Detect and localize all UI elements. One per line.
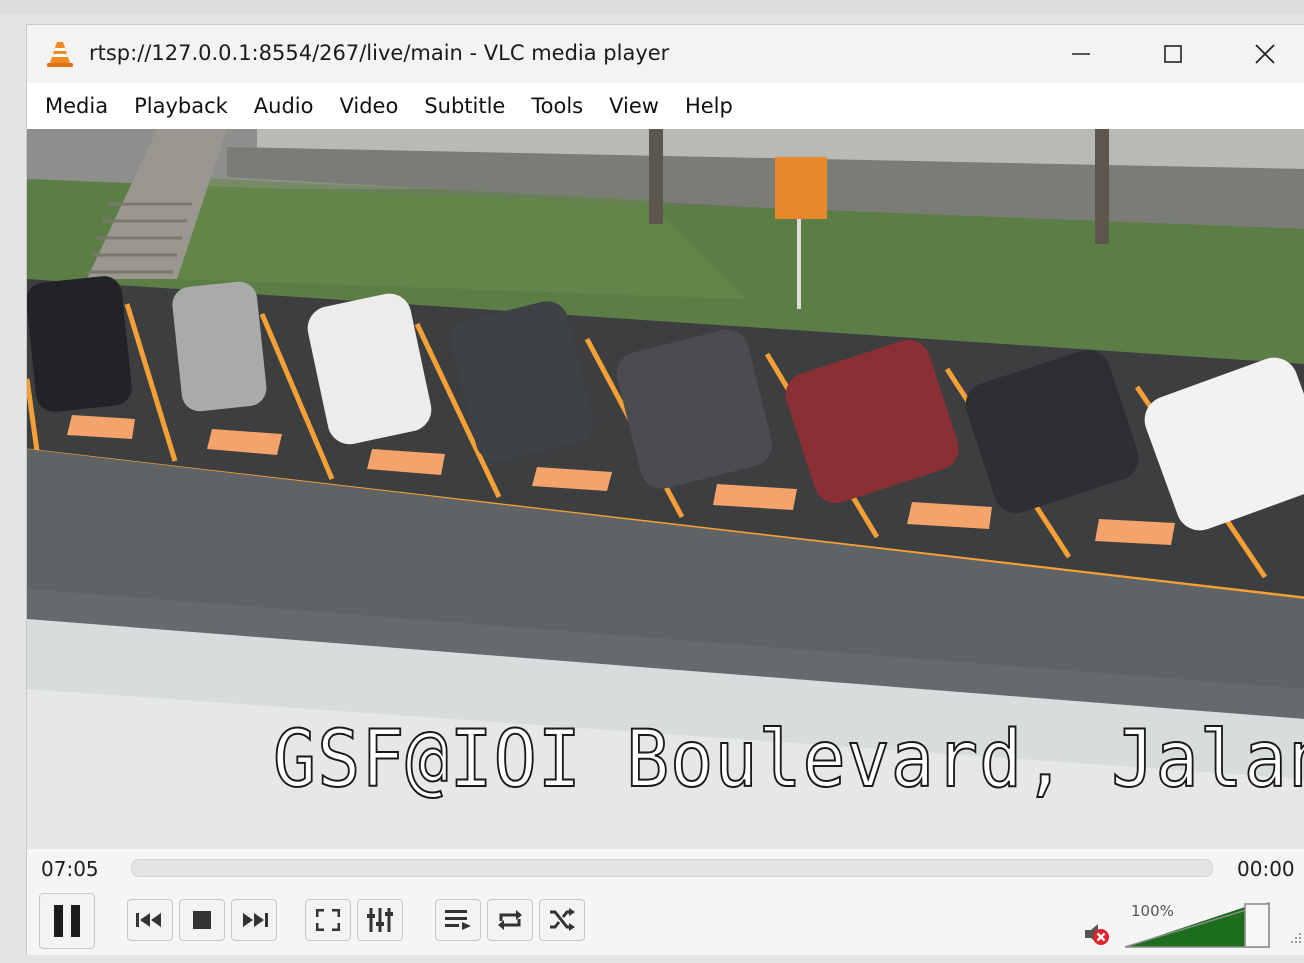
window-title: rtsp://127.0.0.1:8554/267/live/main - VL…: [89, 41, 670, 65]
menu-media[interactable]: Media: [35, 94, 124, 118]
shuffle-button[interactable]: [539, 899, 585, 941]
menu-playback[interactable]: Playback: [124, 94, 244, 118]
close-button[interactable]: [1219, 25, 1304, 83]
vlc-cone-icon: [47, 42, 73, 67]
menu-subtitle[interactable]: Subtitle: [414, 94, 521, 118]
playlist-icon: [445, 910, 471, 930]
menu-bar: Media Playback Audio Video Subtitle Tool…: [27, 83, 1304, 129]
pause-icon: [54, 905, 80, 937]
camera-overlay-text: GSF@IOI Boulevard, Jalan K: [272, 714, 1304, 806]
maximize-button[interactable]: [1127, 25, 1219, 83]
elapsed-time: 07:05: [41, 857, 99, 881]
loop-button[interactable]: [487, 899, 533, 941]
video-area[interactable]: GSF@IOI Boulevard, Jalan K: [27, 129, 1304, 849]
seek-slider[interactable]: [131, 859, 1213, 877]
menu-view[interactable]: View: [599, 94, 675, 118]
minimize-button[interactable]: [1035, 25, 1127, 83]
menu-help[interactable]: Help: [675, 94, 749, 118]
close-icon: [1255, 44, 1275, 64]
extended-settings-icon: [367, 908, 393, 932]
loop-icon: [498, 910, 522, 930]
speaker-muted-icon[interactable]: [1081, 919, 1111, 949]
play-pause-button[interactable]: [39, 893, 95, 949]
previous-button[interactable]: [127, 899, 173, 941]
menu-tools[interactable]: Tools: [521, 94, 599, 118]
minimize-icon: [1072, 53, 1090, 55]
vlc-window: rtsp://127.0.0.1:8554/267/live/main - VL…: [26, 24, 1304, 955]
menu-audio[interactable]: Audio: [244, 94, 330, 118]
title-bar[interactable]: rtsp://127.0.0.1:8554/267/live/main - VL…: [27, 25, 1304, 83]
previous-icon: [136, 913, 161, 927]
menu-video[interactable]: Video: [329, 94, 414, 118]
total-time[interactable]: 00:00: [1237, 857, 1295, 881]
maximize-icon: [1164, 45, 1182, 63]
next-icon: [243, 913, 268, 927]
next-button[interactable]: [231, 899, 277, 941]
volume-level-label: 100%: [1131, 902, 1174, 920]
desktop-background: [0, 0, 1304, 14]
resize-grip-icon[interactable]: [1289, 931, 1303, 945]
shuffle-icon: [550, 908, 575, 931]
playlist-button[interactable]: [435, 899, 481, 941]
fullscreen-button[interactable]: [305, 899, 351, 941]
stop-icon: [193, 911, 211, 929]
extended-settings-button[interactable]: [357, 899, 403, 941]
stop-button[interactable]: [179, 899, 225, 941]
fullscreen-icon: [316, 909, 340, 931]
